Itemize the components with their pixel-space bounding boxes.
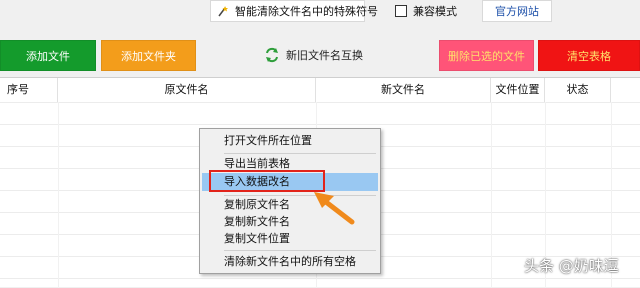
swap-names-button[interactable]: 新旧文件名互换 (264, 40, 369, 71)
header-location[interactable]: 文件位置 (491, 78, 545, 102)
special-chars-label: 智能清除文件名中的特殊符号 (235, 5, 378, 18)
clear-table-button[interactable]: 清空表格 (538, 40, 640, 71)
swap-icon (266, 47, 278, 63)
add-file-button[interactable]: 添加文件 (0, 40, 96, 71)
header-original-name[interactable]: 原文件名 (58, 78, 316, 102)
menu-item-open-location[interactable]: 打开文件所在位置 (202, 132, 378, 150)
delete-selected-button[interactable]: 删除已选的文件 (439, 40, 534, 71)
column-divider (491, 102, 492, 288)
special-chars-button[interactable]: 智能清除文件名中的特殊符号 (210, 0, 378, 22)
row-divider (0, 278, 640, 279)
row-divider (0, 102, 640, 103)
menu-item-clear-spaces[interactable]: 清除新文件名中的所有空格 (202, 253, 378, 271)
add-folder-button[interactable]: 添加文件夹 (101, 40, 196, 71)
menu-item-copy-location[interactable]: 复制文件位置 (202, 230, 378, 248)
top-bar: 智能清除文件名中的特殊符号 兼容模式 官方网站 (0, 0, 640, 26)
menu-separator (224, 250, 376, 251)
header-status[interactable]: 状态 (545, 78, 611, 102)
pointer-arrow-icon (314, 192, 355, 225)
watermark-text: 头条 @奶味逗 (524, 257, 619, 275)
magic-wand-icon (218, 6, 228, 17)
header-new-name[interactable]: 新文件名 (316, 78, 491, 102)
compat-checkbox[interactable] (395, 5, 407, 17)
row-divider (0, 124, 640, 125)
table-header: 序号 原文件名 新文件名 文件位置 状态 (0, 78, 640, 102)
column-divider (58, 102, 59, 288)
official-site-button[interactable]: 官方网站 (482, 0, 552, 22)
header-index[interactable]: 序号 (0, 78, 58, 102)
menu-separator (224, 153, 376, 154)
header-filler (611, 78, 640, 102)
compat-label: 兼容模式 (413, 5, 457, 18)
compat-mode-toggle[interactable]: 兼容模式 (392, 0, 482, 22)
swap-names-label: 新旧文件名互换 (286, 49, 363, 62)
